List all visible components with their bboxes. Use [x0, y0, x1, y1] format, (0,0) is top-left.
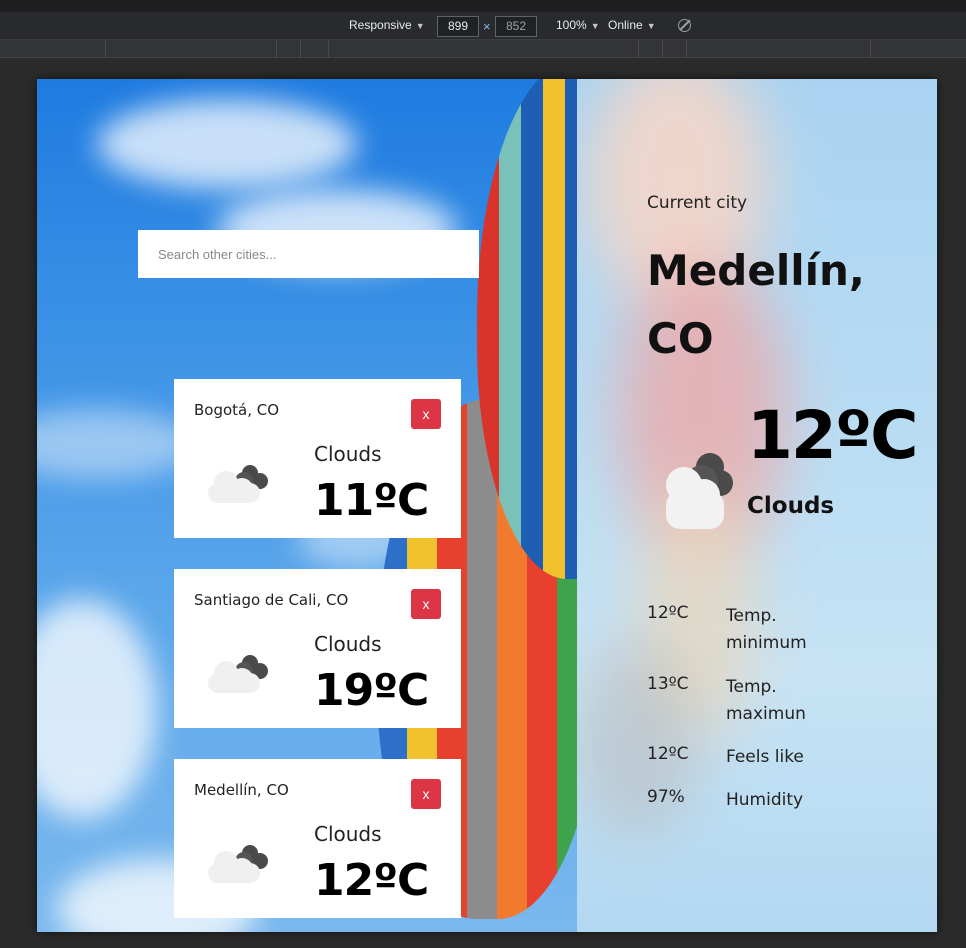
cloud-icon [208, 465, 268, 503]
balloon-front [477, 79, 577, 579]
balloon-stripe [543, 79, 565, 579]
page-viewport: Current city Medellín, CO 12ºC Clouds 12… [37, 79, 937, 932]
cloud-shape [37, 409, 197, 479]
current-city-panel: Current city Medellín, CO 12ºC Clouds 12… [577, 79, 937, 932]
city-card: Bogotá, CO x Clouds 11ºC [174, 379, 461, 538]
ruler-tick [870, 40, 871, 58]
zoom-select-label: 100% [556, 18, 587, 32]
backdrop-blur [577, 639, 697, 839]
remove-city-button[interactable]: x [411, 399, 441, 429]
ruler-tick [300, 40, 301, 58]
media-query-ruler [0, 40, 966, 58]
city-description: Clouds [314, 632, 382, 656]
balloon-stripe [521, 79, 543, 579]
ruler-tick [638, 40, 639, 58]
cloud-shape [37, 599, 157, 819]
city-card: Santiago de Cali, CO x Clouds 19ºC [174, 569, 461, 728]
city-name: Medellín, CO [194, 781, 289, 799]
chevron-down-icon: ▼ [646, 21, 656, 31]
width-input[interactable]: 899 [437, 16, 479, 37]
city-card: Medellín, CO x Clouds 12ºC [174, 759, 461, 918]
city-temperature: 12ºC [314, 855, 429, 906]
cloud-icon [208, 655, 268, 693]
current-city-name: Medellín, CO [647, 246, 865, 363]
chevron-down-icon: ▼ [415, 21, 425, 31]
city-name: Bogotá, CO [194, 401, 280, 419]
city-temperature: 19ºC [314, 665, 429, 716]
device-select[interactable]: Responsive ▼ [349, 18, 425, 32]
current-description: Clouds [747, 493, 835, 519]
devtools-device-toolbar: Responsive ▼ 899 × 852 100% ▼ Online ▼ [0, 0, 966, 40]
stat-label: Temp. minimum [726, 606, 807, 653]
devtools-top-strip [0, 0, 966, 12]
stat-label: Feels like [726, 747, 804, 767]
stat-label: Humidity [726, 790, 804, 810]
cloud-icon [666, 453, 733, 529]
ruler-tick [686, 40, 687, 58]
stat-label: Temp. maximun [726, 677, 806, 724]
cloud-shape [97, 99, 357, 189]
balloon-stripe [477, 79, 499, 579]
stat-value: 12ºC [647, 603, 689, 623]
current-temperature: 12ºC [747, 397, 919, 474]
city-temperature: 11ºC [314, 475, 429, 526]
stat-value: 97% [647, 787, 685, 807]
zoom-select[interactable]: 100% ▼ [556, 18, 600, 32]
city-description: Clouds [314, 822, 382, 846]
city-name: Santiago de Cali, CO [194, 591, 349, 609]
ruler-tick [662, 40, 663, 58]
stat-value: 12ºC [647, 744, 689, 764]
ruler-tick [276, 40, 277, 58]
search-input[interactable] [138, 230, 479, 278]
remove-city-button[interactable]: x [411, 589, 441, 619]
throttle-select-label: Online [608, 18, 643, 32]
balloon-stripe [565, 79, 577, 579]
current-city-label: Current city [647, 193, 748, 213]
city-description: Clouds [314, 442, 382, 466]
ruler-tick [328, 40, 329, 58]
ruler-tick [105, 40, 106, 58]
chevron-down-icon: ▼ [590, 21, 600, 31]
dimension-separator: × [483, 19, 491, 34]
balloon-stripe [499, 79, 521, 579]
remove-city-button[interactable]: x [411, 779, 441, 809]
stat-value: 13ºC [647, 674, 689, 694]
device-select-label: Responsive [349, 18, 412, 32]
rotate-icon[interactable] [678, 19, 691, 32]
cloud-icon [208, 845, 268, 883]
height-input[interactable]: 852 [495, 16, 537, 37]
throttle-select[interactable]: Online ▼ [608, 18, 656, 32]
